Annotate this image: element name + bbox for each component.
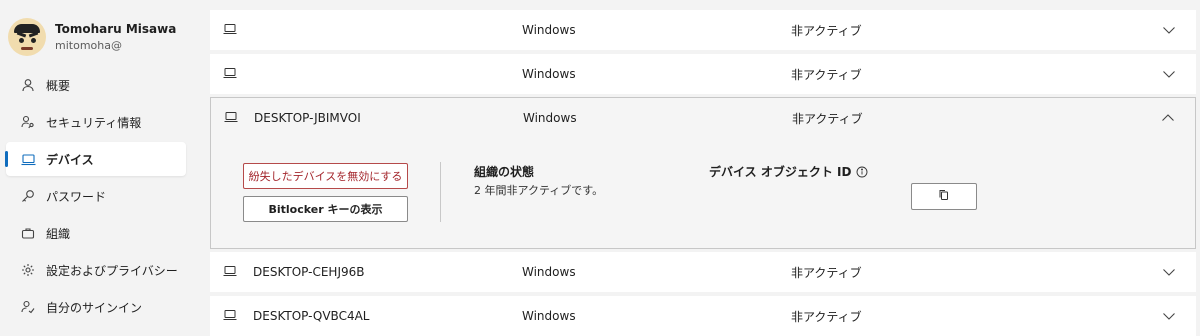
device-status: 非アクティブ <box>791 309 862 324</box>
sidebar-item-label: セキュリティ情報 <box>46 115 142 130</box>
device-list: Windows 非アクティブ Windows 非アクティブ DESKTOP-JB… <box>210 0 1196 336</box>
sidebar-item-my-sign-ins[interactable]: 自分のサインイン <box>6 290 186 324</box>
device-name: DESKTOP-QVBC4AL <box>253 309 370 323</box>
object-id-heading: デバイス オブジェクト ID <box>709 163 868 180</box>
laptop-icon <box>223 23 237 35</box>
sidebar-item-label: 自分のサインイン <box>46 300 143 315</box>
chevron-up-icon[interactable] <box>1161 111 1175 125</box>
divider <box>440 162 441 222</box>
sidebar-nav: 概要 セキュリティ情報 デバイス パスワード 組織 設定およびプライバシー 自分… <box>0 68 196 327</box>
security-info-icon <box>20 114 36 130</box>
device-os: Windows <box>522 67 576 81</box>
device-row-header[interactable]: DESKTOP-JBIMVOI Windows 非アクティブ <box>211 98 1195 138</box>
chevron-down-icon[interactable] <box>1162 67 1176 81</box>
sidebar-item-label: 組織 <box>46 226 71 241</box>
person-icon <box>20 77 36 93</box>
org-state-value: 2 年間非アクティブです。 <box>474 184 604 197</box>
disable-lost-device-button[interactable]: 紛失したデバイスを無効にする <box>243 163 408 189</box>
chevron-down-icon[interactable] <box>1162 309 1176 323</box>
sidebar-item-password[interactable]: パスワード <box>6 179 186 213</box>
device-status: 非アクティブ <box>792 111 863 126</box>
sidebar-item-label: デバイス <box>46 152 94 167</box>
laptop-icon <box>20 151 36 167</box>
copy-icon <box>938 189 950 204</box>
device-os: Windows <box>523 111 577 125</box>
org-state-title: 組織の状態 <box>474 165 535 179</box>
active-indicator <box>5 151 8 167</box>
sidebar-item-organization[interactable]: 組織 <box>6 216 186 250</box>
device-name: DESKTOP-CEHJ96B <box>253 265 365 279</box>
laptop-icon <box>223 265 237 277</box>
avatar <box>8 18 46 56</box>
device-row[interactable]: Windows 非アクティブ <box>210 10 1196 50</box>
laptop-icon <box>224 111 238 123</box>
sidebar: Tomoharu Misawa mitomoha@ 概要 セキュリティ情報 デバ… <box>0 0 196 336</box>
sidebar-item-label: 設定およびプライバシー <box>46 263 178 278</box>
chevron-down-icon[interactable] <box>1162 23 1176 37</box>
sidebar-item-devices[interactable]: デバイス <box>5 142 186 176</box>
device-row[interactable]: DESKTOP-CEHJ96B Windows 非アクティブ <box>210 252 1196 292</box>
device-row-expanded: DESKTOP-JBIMVOI Windows 非アクティブ 紛失したデバイスを… <box>210 97 1196 249</box>
device-os: Windows <box>522 23 576 37</box>
profile-email: mitomoha@ <box>55 38 122 52</box>
profile[interactable]: Tomoharu Misawa mitomoha@ <box>8 16 194 58</box>
gear-icon <box>20 262 36 278</box>
device-os: Windows <box>522 265 576 279</box>
object-id-title: デバイス オブジェクト ID <box>709 165 852 179</box>
copy-button[interactable] <box>911 183 977 210</box>
device-detail: 紛失したデバイスを無効にする Bitlocker キーの表示 組織の状態 2 年… <box>211 138 1195 248</box>
device-name: DESKTOP-JBIMVOI <box>254 111 361 125</box>
laptop-icon <box>223 309 237 321</box>
view-bitlocker-key-button[interactable]: Bitlocker キーの表示 <box>243 196 408 222</box>
device-row[interactable]: DESKTOP-QVBC4AL Windows 非アクティブ <box>210 296 1196 336</box>
sign-ins-icon <box>20 299 36 315</box>
laptop-icon <box>223 67 237 79</box>
profile-name: Tomoharu Misawa <box>55 21 177 36</box>
device-row[interactable]: Windows 非アクティブ <box>210 54 1196 94</box>
device-status: 非アクティブ <box>791 23 862 38</box>
sidebar-item-settings-privacy[interactable]: 設定およびプライバシー <box>6 253 186 287</box>
chevron-down-icon[interactable] <box>1162 265 1176 279</box>
device-status: 非アクティブ <box>791 265 862 280</box>
device-os: Windows <box>522 309 576 323</box>
sidebar-item-label: パスワード <box>46 189 107 204</box>
briefcase-icon <box>20 225 36 241</box>
device-status: 非アクティブ <box>791 67 862 82</box>
sidebar-item-label: 概要 <box>46 78 71 93</box>
info-icon[interactable] <box>856 166 868 178</box>
sidebar-item-overview[interactable]: 概要 <box>6 68 186 102</box>
key-icon <box>20 188 36 204</box>
sidebar-item-security-info[interactable]: セキュリティ情報 <box>6 105 186 139</box>
